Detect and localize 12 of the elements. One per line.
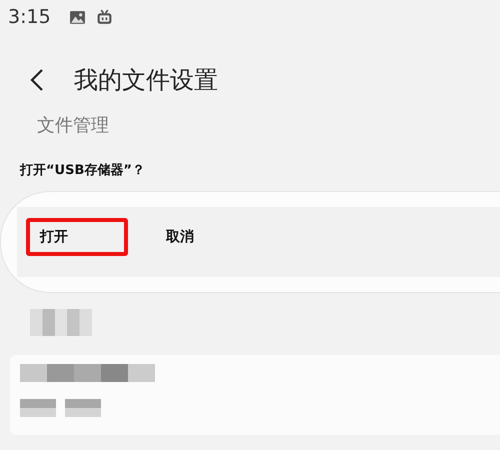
page-title: 我的文件设置 [74, 65, 218, 96]
pixelated-text [20, 399, 56, 417]
image-icon [68, 8, 86, 26]
dialog-button[interactable]: 取消 [152, 218, 254, 256]
status-time: 3:15 [8, 6, 51, 28]
back-icon[interactable] [30, 68, 44, 92]
dialog-button[interactable]: 打开 [26, 218, 128, 256]
pixelated-text [30, 309, 92, 336]
dialog-question: 打开“USB存储器”？ [20, 162, 146, 179]
pixelated-text [65, 399, 101, 417]
tv-icon [96, 8, 113, 26]
section-title: 文件管理 [37, 114, 110, 137]
